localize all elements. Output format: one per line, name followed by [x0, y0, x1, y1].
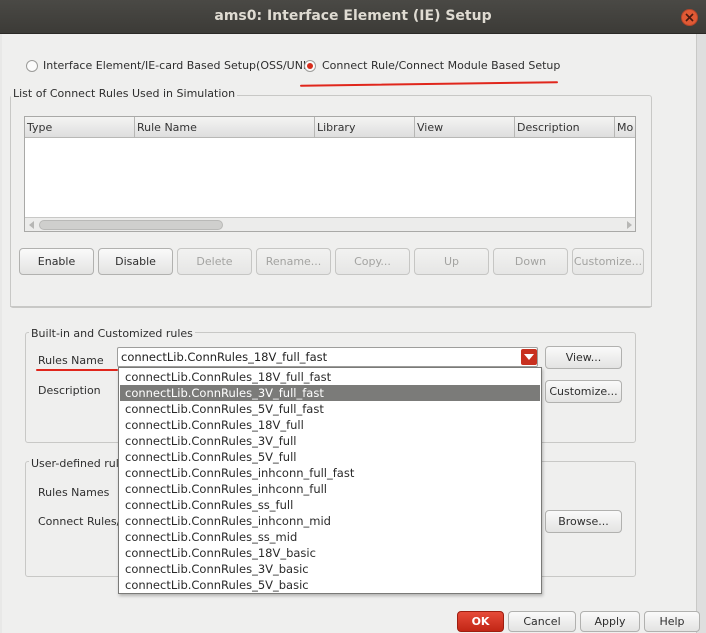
connect-rules-table[interactable]: Type Rule Name Library View Description … — [24, 116, 636, 232]
rules-name-combobox[interactable]: connectLib.ConnRules_18V_full_fast — [117, 347, 538, 367]
horizontal-scrollbar[interactable] — [25, 217, 635, 231]
connect-rules-path-label: Connect Rules/ — [38, 515, 121, 528]
dropdown-option[interactable]: connectLib.ConnRules_18V_basic — [120, 545, 540, 561]
delete-button[interactable]: Delete — [177, 248, 252, 275]
rules-names-label: Rules Names — [38, 486, 110, 499]
scroll-right-icon[interactable] — [626, 221, 633, 229]
connect-rules-group-title: List of Connect Rules Used in Simulation — [11, 87, 238, 100]
dropdown-option[interactable]: connectLib.ConnRules_3V_basic — [120, 561, 540, 577]
chevron-down-icon — [524, 354, 534, 360]
dropdown-option[interactable]: connectLib.ConnRules_18V_full — [120, 417, 540, 433]
section-divider — [10, 306, 652, 307]
dropdown-option[interactable]: connectLib.ConnRules_3V_full — [120, 433, 540, 449]
rename-button[interactable]: Rename... — [256, 248, 331, 275]
userdefined-rules-group-title: User-defined rule — [29, 457, 128, 470]
rules-name-dropdown-list[interactable]: connectLib.ConnRules_18V_full_fast conne… — [118, 367, 542, 594]
view-button[interactable]: View... — [545, 346, 622, 369]
dropdown-option[interactable]: connectLib.ConnRules_5V_basic — [120, 577, 540, 593]
table-header: Type Rule Name Library View Description … — [25, 117, 635, 138]
cancel-button[interactable]: Cancel — [508, 611, 576, 632]
rules-name-label: Rules Name — [38, 354, 104, 367]
radio-ie-setup[interactable] — [26, 60, 38, 72]
builtin-rules-group-title: Built-in and Customized rules — [29, 327, 195, 340]
column-module[interactable]: Mo — [615, 117, 635, 138]
apply-button[interactable]: Apply — [580, 611, 640, 632]
window-title: ams0: Interface Element (IE) Setup — [214, 8, 492, 24]
dropdown-option[interactable]: connectLib.ConnRules_5V_full — [120, 449, 540, 465]
help-button[interactable]: Help — [644, 611, 700, 632]
column-rule-name[interactable]: Rule Name — [135, 117, 315, 138]
copy-button[interactable]: Copy... — [335, 248, 410, 275]
radio-connect-setup[interactable] — [304, 60, 316, 72]
column-description[interactable]: Description — [515, 117, 615, 138]
description-label: Description — [38, 384, 101, 397]
customize-list-button[interactable]: Customize... — [572, 248, 644, 275]
column-type[interactable]: Type — [25, 117, 135, 138]
dropdown-option[interactable]: connectLib.ConnRules_ss_mid — [120, 529, 540, 545]
red-annotation-underline-rules-name — [36, 369, 118, 371]
horizontal-scroll-thumb[interactable] — [39, 220, 223, 230]
dropdown-option[interactable]: connectLib.ConnRules_inhconn_full — [120, 481, 540, 497]
rules-name-value: connectLib.ConnRules_18V_full_fast — [121, 350, 328, 364]
scroll-left-icon[interactable] — [28, 221, 35, 229]
column-library[interactable]: Library — [315, 117, 415, 138]
background-window-edge — [697, 34, 706, 633]
combobox-dropdown-button[interactable] — [521, 349, 537, 365]
column-view[interactable]: View — [415, 117, 515, 138]
dropdown-option[interactable]: connectLib.ConnRules_18V_full_fast — [120, 369, 540, 385]
close-button[interactable] — [681, 9, 698, 26]
up-button[interactable]: Up — [414, 248, 489, 275]
disable-button[interactable]: Disable — [98, 248, 173, 275]
enable-button[interactable]: Enable — [19, 248, 94, 275]
down-button[interactable]: Down — [493, 248, 568, 275]
radio-ie-setup-label[interactable]: Interface Element/IE-card Based Setup(OS… — [43, 59, 313, 72]
ok-button[interactable]: OK — [457, 611, 504, 632]
radio-connect-setup-label[interactable]: Connect Rule/Connect Module Based Setup — [322, 59, 560, 72]
dropdown-option[interactable]: connectLib.ConnRules_inhconn_mid — [120, 513, 540, 529]
close-icon — [685, 13, 694, 22]
dropdown-option[interactable]: connectLib.ConnRules_ss_full — [120, 497, 540, 513]
customize-rule-button[interactable]: Customize... — [545, 380, 622, 403]
dropdown-option-selected[interactable]: connectLib.ConnRules_3V_full_fast — [120, 385, 540, 401]
dropdown-option[interactable]: connectLib.ConnRules_inhconn_full_fast — [120, 465, 540, 481]
dropdown-option[interactable]: connectLib.ConnRules_5V_full_fast — [120, 401, 540, 417]
browse-button[interactable]: Browse... — [545, 510, 622, 533]
